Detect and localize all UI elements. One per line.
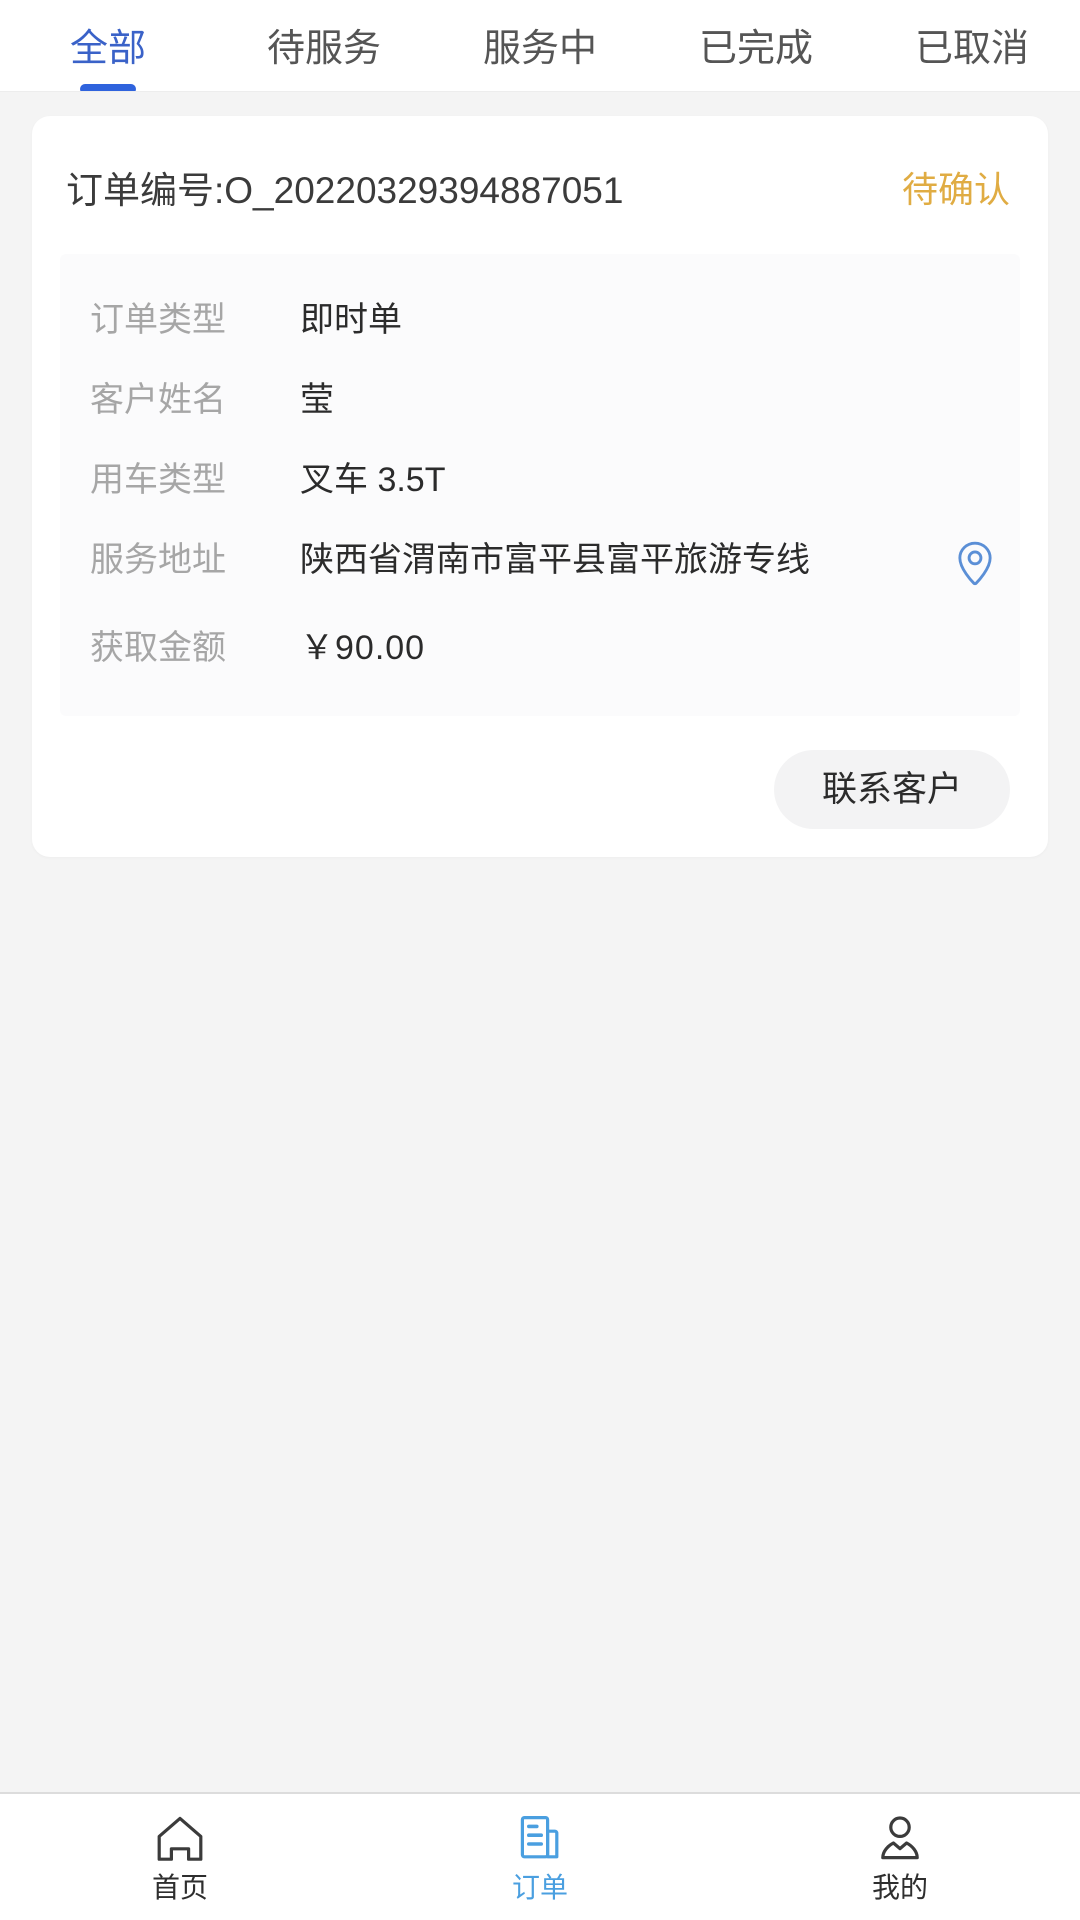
tab-cancelled-label: 已取消 xyxy=(914,28,1029,70)
tab-all-label: 全部 xyxy=(69,28,146,70)
nav-item-home[interactable]: 首页 xyxy=(0,1812,360,1902)
nav-item-profile-label: 我的 xyxy=(871,1872,928,1903)
order-card-header: 订单编号:O_20220329394887051 待确认 xyxy=(32,116,1048,254)
contact-customer-button[interactable]: 联系客户 xyxy=(773,750,1010,829)
detail-label-amount: 获取金额 xyxy=(90,629,226,667)
detail-label-vehicle-type: 用车类型 xyxy=(90,461,226,499)
tab-in-service[interactable]: 服务中 xyxy=(432,24,648,68)
detail-label-order-type: 订单类型 xyxy=(90,301,226,339)
detail-label-service-address: 服务地址 xyxy=(90,541,226,579)
detail-row-customer-name: 客户姓名 莹 xyxy=(60,360,1020,440)
status-badge: 待确认 xyxy=(901,169,1010,210)
order-number: 订单编号:O_20220329394887051 xyxy=(66,170,624,211)
order-detail-panel: 订单类型 即时单 客户姓名 莹 用车类型 叉车 3.5T 服务地址 陕西省渭南市… xyxy=(60,254,1020,716)
nav-item-profile[interactable]: 我的 xyxy=(720,1812,1080,1902)
detail-value-customer-name: 莹 xyxy=(300,381,334,419)
detail-label-customer-name: 客户姓名 xyxy=(90,381,226,419)
order-card-actions: 联系客户 xyxy=(32,716,1048,829)
tab-completed[interactable]: 已完成 xyxy=(648,24,864,68)
tab-all[interactable]: 全部 xyxy=(0,24,216,94)
tab-cancelled[interactable]: 已取消 xyxy=(864,24,1080,68)
detail-value-vehicle-type: 叉车 3.5T xyxy=(300,461,446,499)
detail-row-service-address: 服务地址 陕西省渭南市富平县富平旅游专线 xyxy=(60,520,1020,608)
nav-item-orders[interactable]: 订单 xyxy=(360,1812,720,1902)
person-icon xyxy=(874,1812,926,1864)
bottom-navigation: 首页 订单 我的 xyxy=(0,1792,1080,1920)
order-list-body: 订单编号:O_20220329394887051 待确认 订单类型 即时单 客户… xyxy=(0,92,1080,1792)
detail-value-service-address: 陕西省渭南市富平县富平旅游专线 xyxy=(300,541,810,579)
detail-row-order-type: 订单类型 即时单 xyxy=(60,280,1020,360)
tab-in-service-label: 服务中 xyxy=(482,28,597,70)
tab-pending-service-label: 待服务 xyxy=(266,28,381,70)
nav-item-orders-label: 订单 xyxy=(511,1872,568,1903)
nav-item-home-label: 首页 xyxy=(151,1872,208,1903)
tab-pending-service[interactable]: 待服务 xyxy=(216,24,432,68)
detail-row-amount: 获取金额 ￥90.00 xyxy=(60,608,1020,688)
tab-completed-label: 已完成 xyxy=(698,28,813,70)
detail-value-order-type: 即时单 xyxy=(300,301,402,339)
order-status-tabbar: 全部 待服务 服务中 已完成 已取消 xyxy=(0,0,1080,94)
location-pin-icon[interactable] xyxy=(950,537,1020,591)
home-icon xyxy=(154,1812,206,1864)
detail-value-amount: ￥90.00 xyxy=(300,629,426,667)
order-card[interactable]: 订单编号:O_20220329394887051 待确认 订单类型 即时单 客户… xyxy=(32,116,1048,857)
detail-row-vehicle-type: 用车类型 叉车 3.5T xyxy=(60,440,1020,520)
document-icon xyxy=(514,1812,566,1864)
